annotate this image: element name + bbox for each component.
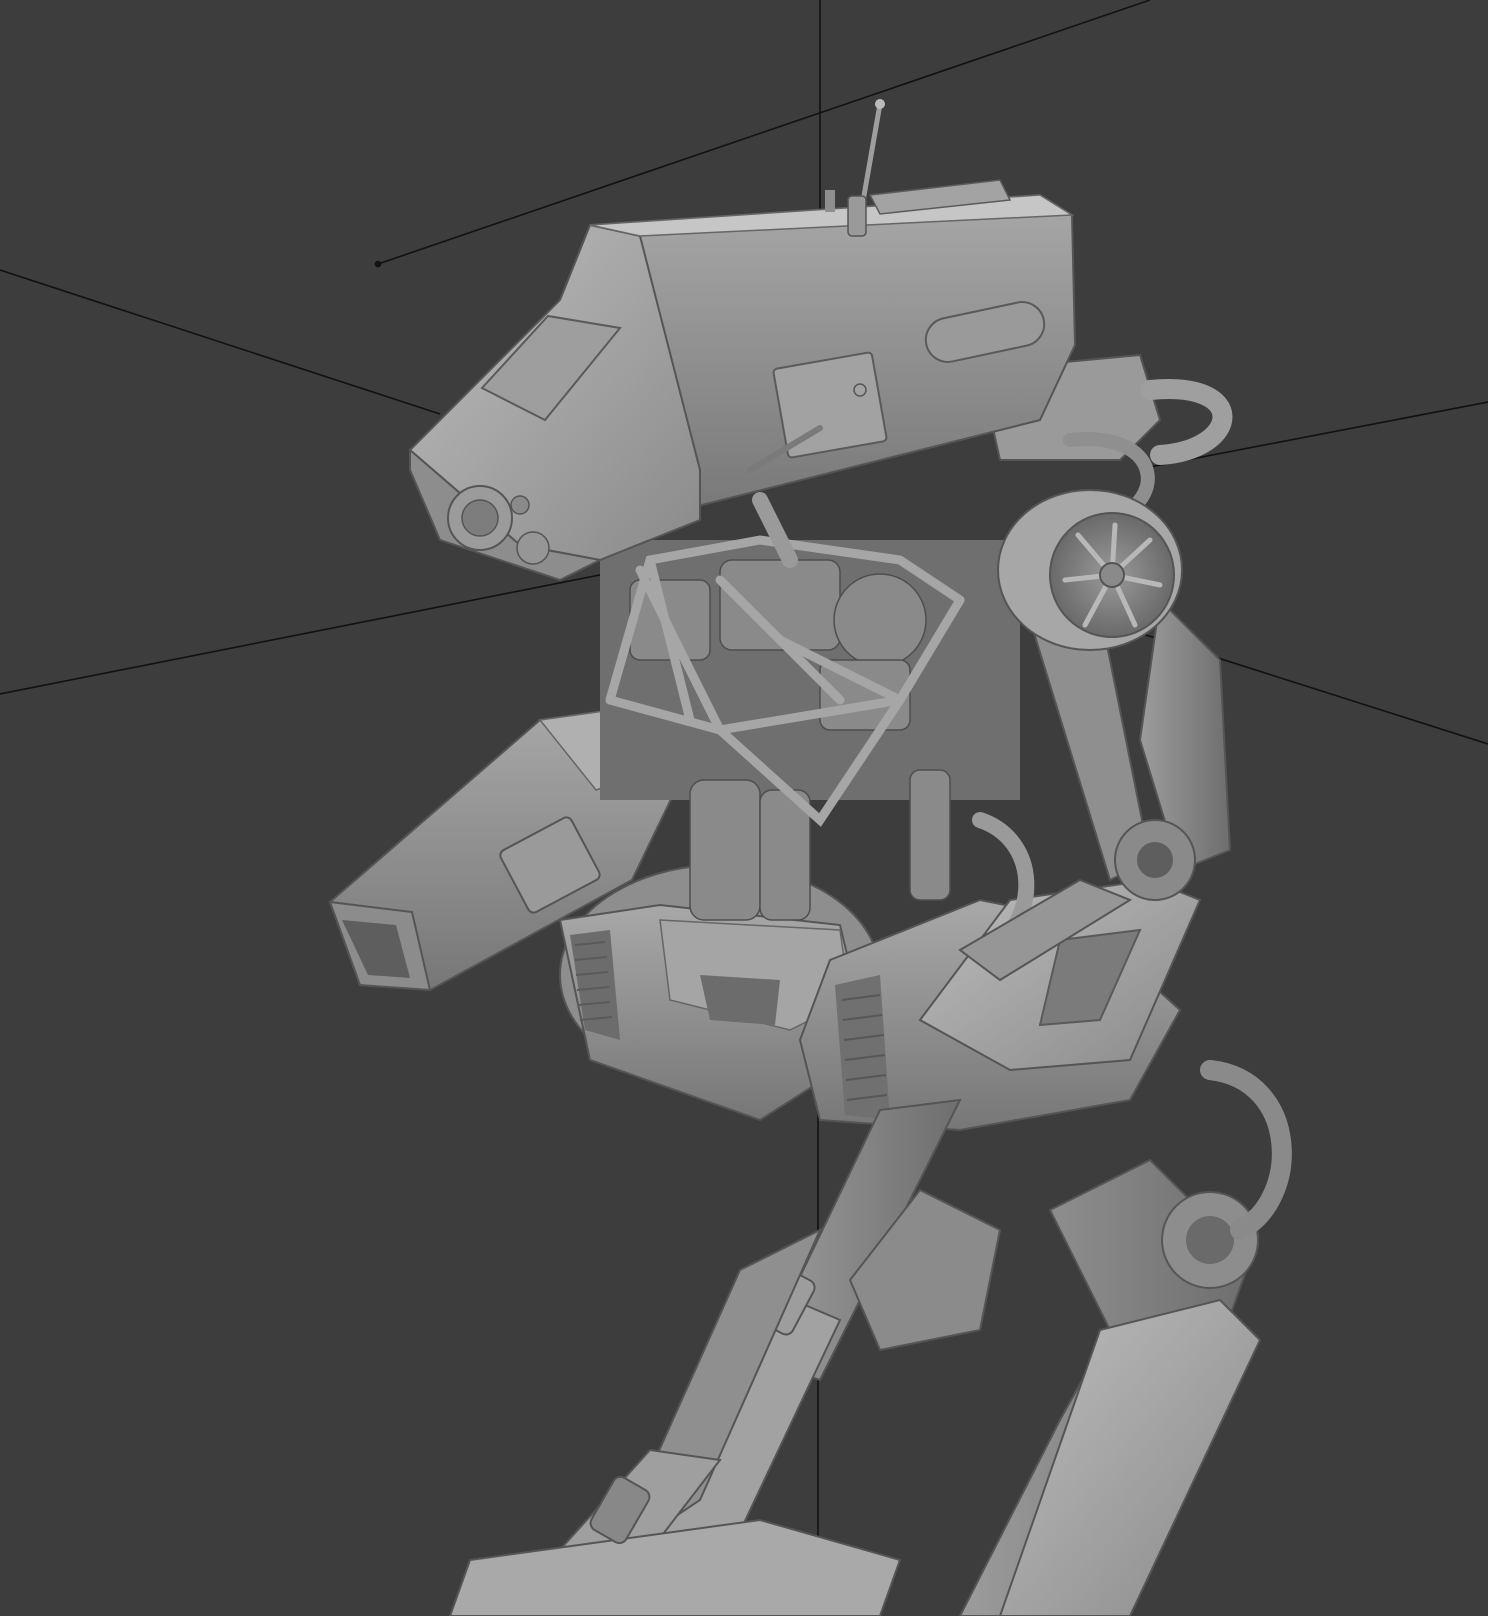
3d-viewport[interactable] xyxy=(0,0,1488,1616)
viewport-canvas[interactable] xyxy=(0,0,1488,1616)
turbine-fan[interactable] xyxy=(997,489,1183,651)
head-housing[interactable] xyxy=(408,193,1077,582)
